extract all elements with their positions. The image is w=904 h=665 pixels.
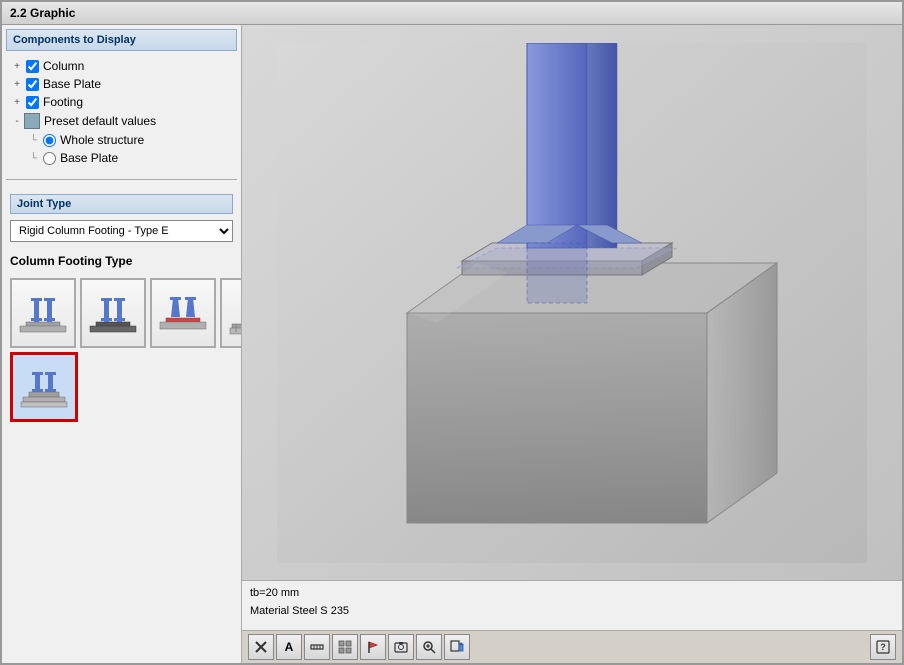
label-footing: Footing <box>43 95 83 109</box>
toolbar-btn-zoom[interactable] <box>416 634 442 660</box>
joint-type-dropdown[interactable]: Rigid Column Footing - Type A Rigid Colu… <box>10 220 233 242</box>
joint-type-grid-row1 <box>10 278 233 348</box>
folder-icon <box>24 113 40 129</box>
label-preset: Preset default values <box>44 114 156 128</box>
radio-item-whole-structure[interactable]: └ Whole structure <box>30 131 233 149</box>
flag-icon <box>366 640 380 654</box>
3d-scene-svg <box>277 43 867 563</box>
joint-icon-inner-3 <box>156 286 210 340</box>
joint-svg-3 <box>158 288 208 338</box>
joint-type-header: Joint Type <box>10 194 233 214</box>
expand-icon-ft: + <box>10 97 24 108</box>
status-line2: Material Steel S 235 <box>250 603 894 621</box>
label-whole-structure: Whole structure <box>60 133 144 147</box>
toolbar-btn-cursor[interactable] <box>248 634 274 660</box>
status-bar: tb=20 mm Material Steel S 235 <box>242 580 902 630</box>
checkbox-footing[interactable] <box>26 96 39 109</box>
tree-item-preset[interactable]: - Preset default values <box>10 111 233 131</box>
tree-item-column[interactable]: + Column <box>10 57 233 75</box>
checkbox-baseplate[interactable] <box>26 78 39 91</box>
joint-icon-btn-3[interactable] <box>150 278 216 348</box>
window-title: 2.2 Graphic <box>10 6 75 20</box>
radio-base-plate[interactable] <box>43 152 56 165</box>
joint-svg-4 <box>228 288 242 338</box>
radio-whole-structure[interactable] <box>43 134 56 147</box>
tree-line-2: └ <box>30 153 37 164</box>
label-baseplate: Base Plate <box>43 77 101 91</box>
components-header: Components to Display <box>6 29 237 51</box>
status-line1: tb=20 mm <box>250 585 894 603</box>
joint-icon-btn-2[interactable] <box>80 278 146 348</box>
joint-svg-1 <box>18 288 68 338</box>
help-icon: ? <box>876 640 890 654</box>
expand-icon-preset: - <box>10 116 24 127</box>
content-area: Components to Display + Column + Base Pl… <box>2 25 902 663</box>
measure-icon <box>310 640 324 654</box>
toolbar-btn-text[interactable]: A <box>276 634 302 660</box>
joint-svg-2 <box>88 288 138 338</box>
right-panel: tb=20 mm Material Steel S 235 A <box>242 25 902 663</box>
joint-icon-inner-2 <box>86 286 140 340</box>
joint-type-section: Joint Type Rigid Column Footing - Type A… <box>2 188 241 428</box>
joint-icon-btn-5[interactable] <box>10 352 78 422</box>
label-base-plate-radio: Base Plate <box>60 151 118 165</box>
3d-scene <box>242 25 902 580</box>
svg-text:?: ? <box>880 642 886 652</box>
left-panel: Components to Display + Column + Base Pl… <box>2 25 242 663</box>
viewport-3d[interactable] <box>242 25 902 580</box>
joint-type-grid-row2 <box>10 352 233 422</box>
cursor-icon <box>254 640 268 654</box>
tree-item-baseplate[interactable]: + Base Plate <box>10 75 233 93</box>
export-icon <box>450 640 464 654</box>
tree-area: + Column + Base Plate + Footing <box>2 53 241 171</box>
joint-icon-btn-4[interactable] <box>220 278 242 348</box>
tree-line-1: └ <box>30 135 37 146</box>
toolbar-btn-photo[interactable] <box>388 634 414 660</box>
radio-item-base-plate[interactable]: └ Base Plate <box>30 149 233 167</box>
photo-icon <box>394 640 408 654</box>
title-bar: 2.2 Graphic <box>2 2 902 25</box>
toolbar-right: ? <box>870 634 896 660</box>
toolbar-btn-flag[interactable] <box>360 634 386 660</box>
checkbox-column[interactable] <box>26 60 39 73</box>
toolbar-btn-measure[interactable] <box>304 634 330 660</box>
zoom-icon <box>422 640 436 654</box>
dropdown-wrapper: Rigid Column Footing - Type A Rigid Colu… <box>10 220 233 242</box>
toolbar-bottom: A <box>242 630 902 663</box>
preset-children: └ Whole structure └ Base Plate <box>10 131 233 167</box>
toolbar-btn-export[interactable] <box>444 634 470 660</box>
help-button[interactable]: ? <box>870 634 896 660</box>
joint-icon-inner-4 <box>226 286 242 340</box>
joint-icon-btn-1[interactable] <box>10 278 76 348</box>
expand-icon-bp: + <box>10 79 24 90</box>
joint-svg-5 <box>19 362 69 412</box>
expand-icon: + <box>10 61 24 72</box>
main-window: 2.2 Graphic Components to Display + Colu… <box>0 0 904 665</box>
joint-icon-inner-5 <box>17 360 71 414</box>
tree-item-footing[interactable]: + Footing <box>10 93 233 111</box>
grid-icon <box>338 640 352 654</box>
label-column: Column <box>43 59 84 73</box>
column-footing-type-label: Column Footing Type <box>10 250 233 272</box>
text-icon: A <box>285 640 294 654</box>
joint-icon-inner-1 <box>16 286 70 340</box>
toolbar-btn-grid[interactable] <box>332 634 358 660</box>
divider <box>6 179 237 180</box>
